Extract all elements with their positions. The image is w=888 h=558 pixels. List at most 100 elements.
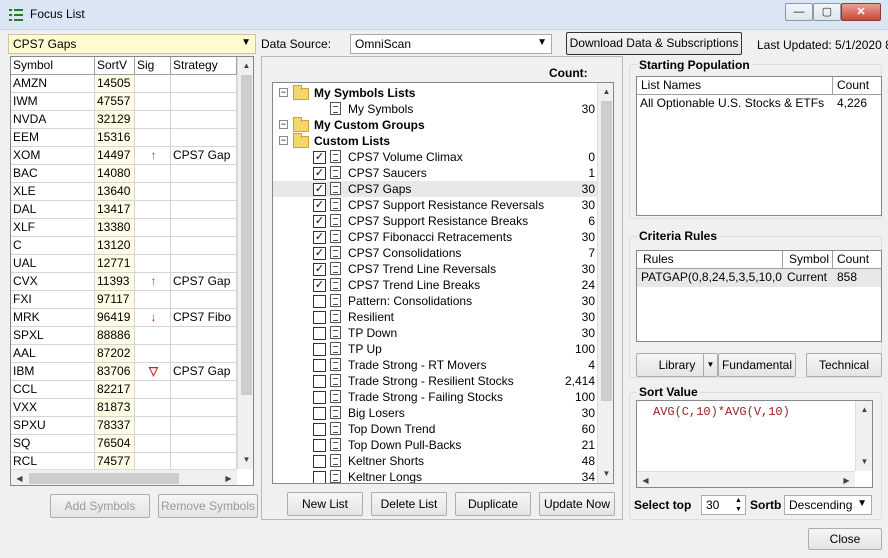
list-checkbox[interactable]: ✓	[313, 167, 326, 180]
sortv-cell[interactable]: 14497	[95, 147, 135, 165]
minimize-button[interactable]: —	[785, 3, 813, 21]
tree-list-row[interactable]: ✓ CPS7 Support Resistance Reversals 30	[273, 197, 603, 213]
column-header-sortv[interactable]: SortV	[95, 57, 135, 75]
scrollbar-thumb[interactable]	[29, 473, 179, 484]
scrollbar-thumb[interactable]	[241, 75, 252, 395]
list-checkbox[interactable]	[313, 311, 326, 324]
sortv-cell[interactable]: 82217	[95, 381, 135, 399]
tree-list-row[interactable]: Top Down Pull-Backs 21	[273, 437, 603, 453]
sortv-cell[interactable]: 11393	[95, 273, 135, 291]
grid-horizontal-scrollbar[interactable]: ◀ ▶	[11, 469, 237, 485]
sortv-cell[interactable]: 13380	[95, 219, 135, 237]
column-header-strategy[interactable]: Strategy	[171, 57, 237, 75]
tree-list-row[interactable]: Trade Strong - RT Movers 4	[273, 357, 603, 373]
sortv-cell[interactable]: 88886	[95, 327, 135, 345]
update-now-button[interactable]: Update Now	[539, 492, 615, 516]
strategy-cell[interactable]	[171, 93, 237, 111]
strategy-cell[interactable]	[171, 399, 237, 417]
starting-population-table[interactable]: List Names Count All Optionable U.S. Sto…	[636, 76, 882, 216]
data-source-select[interactable]: OmniScan ▼	[350, 34, 552, 54]
list-checkbox[interactable]: ✓	[313, 247, 326, 260]
signal-cell[interactable]: ▽	[135, 363, 171, 381]
population-name[interactable]: All Optionable U.S. Stocks & ETFs	[637, 95, 833, 113]
list-checkbox[interactable]	[313, 343, 326, 356]
strategy-cell[interactable]	[171, 417, 237, 435]
sort-formula-editor[interactable]: AVG(C,10)*AVG(V,10) ▲ ▼ ◀ ▶	[636, 400, 873, 488]
symbol-cell[interactable]: C	[11, 237, 95, 255]
sortv-cell[interactable]: 78337	[95, 417, 135, 435]
tree-list-row[interactable]: Keltner Longs 34	[273, 469, 603, 483]
maximize-button[interactable]: ▢	[813, 3, 841, 21]
scrollbar-thumb[interactable]	[601, 101, 612, 401]
symbol-cell[interactable]: EEM	[11, 129, 95, 147]
grid-vertical-scrollbar[interactable]: ▲ ▼	[237, 57, 253, 469]
list-checkbox[interactable]	[313, 359, 326, 372]
technical-button[interactable]: Technical	[806, 353, 882, 377]
list-checkbox[interactable]	[313, 295, 326, 308]
symbol-cell[interactable]: MRK	[11, 309, 95, 327]
remove-symbols-button[interactable]: Remove Symbols	[158, 494, 258, 518]
sortv-cell[interactable]: 14505	[95, 75, 135, 93]
signal-cell[interactable]	[135, 129, 171, 147]
list-checkbox[interactable]: ✓	[313, 279, 326, 292]
sortv-cell[interactable]: 14080	[95, 165, 135, 183]
sortv-cell[interactable]: 13640	[95, 183, 135, 201]
strategy-cell[interactable]	[171, 255, 237, 273]
signal-cell[interactable]	[135, 291, 171, 309]
strategy-cell[interactable]	[171, 345, 237, 363]
sortv-cell[interactable]: 32129	[95, 111, 135, 129]
focus-list-select[interactable]: CPS7 Gaps ▼	[8, 34, 256, 54]
tree-list-row[interactable]: ✓ CPS7 Saucers 1	[273, 165, 603, 181]
tree-list-row[interactable]: TP Up 100	[273, 341, 603, 357]
add-symbols-button[interactable]: Add Symbols	[50, 494, 150, 518]
symbol-cell[interactable]: IWM	[11, 93, 95, 111]
tree-list-row[interactable]: Trade Strong - Failing Stocks 100	[273, 389, 603, 405]
sortv-cell[interactable]: 12771	[95, 255, 135, 273]
criteria-rules-table[interactable]: Rules Symbol Count PATGAP(0,8,24,5,3,5,1…	[636, 250, 882, 342]
sortv-cell[interactable]: 96419	[95, 309, 135, 327]
signal-cell[interactable]	[135, 237, 171, 255]
fundamental-button[interactable]: Fundamental	[718, 353, 796, 377]
sortv-cell[interactable]: 76504	[95, 435, 135, 453]
tree-list-row[interactable]: ✓ CPS7 Gaps 30	[273, 181, 603, 197]
symbol-cell[interactable]: SPXU	[11, 417, 95, 435]
list-checkbox[interactable]	[313, 455, 326, 468]
signal-cell[interactable]	[135, 111, 171, 129]
download-data-button[interactable]: Download Data & Subscriptions	[566, 32, 742, 55]
symbol-cell[interactable]: SQ	[11, 435, 95, 453]
signal-cell[interactable]	[135, 219, 171, 237]
symbol-cell[interactable]: DAL	[11, 201, 95, 219]
column-header-symbol[interactable]: Symbol	[11, 57, 95, 75]
signal-cell[interactable]	[135, 75, 171, 93]
symbol-cell[interactable]: IBM	[11, 363, 95, 381]
scroll-up-icon[interactable]: ▲	[598, 83, 613, 100]
new-list-button[interactable]: New List	[287, 492, 363, 516]
strategy-cell[interactable]	[171, 129, 237, 147]
signal-cell[interactable]	[135, 183, 171, 201]
scroll-left-icon[interactable]: ◀	[637, 472, 654, 489]
lists-tree[interactable]: − My Symbols Lists My Symbols 30 − My Custom …	[272, 82, 614, 484]
signal-cell[interactable]	[135, 399, 171, 417]
tree-list-row[interactable]: My Symbols 30	[273, 101, 603, 117]
symbols-grid[interactable]: Symbol SortV Sig Strategy AMZN 14505 IWM 47557 N…	[10, 56, 254, 486]
strategy-cell[interactable]	[171, 219, 237, 237]
list-checkbox[interactable]	[313, 407, 326, 420]
list-checkbox[interactable]	[313, 471, 326, 483]
scroll-right-icon[interactable]: ▶	[838, 472, 855, 489]
column-header-sig[interactable]: Sig	[135, 57, 171, 75]
sortv-cell[interactable]: 83706	[95, 363, 135, 381]
signal-cell[interactable]: ↓	[135, 309, 171, 327]
scroll-right-icon[interactable]: ▶	[220, 470, 237, 485]
signal-cell[interactable]	[135, 345, 171, 363]
scroll-down-icon[interactable]: ▼	[238, 451, 253, 468]
strategy-cell[interactable]: CPS7 Gap	[171, 273, 237, 291]
strategy-cell[interactable]: CPS7 Fibo	[171, 309, 237, 327]
list-checkbox[interactable]	[313, 327, 326, 340]
column-header-count[interactable]: Count	[833, 77, 881, 95]
symbol-cell[interactable]: CCL	[11, 381, 95, 399]
collapse-icon[interactable]: −	[279, 88, 288, 97]
strategy-cell[interactable]	[171, 165, 237, 183]
scroll-down-icon[interactable]: ▼	[856, 453, 873, 470]
list-checkbox[interactable]: ✓	[313, 183, 326, 196]
list-checkbox[interactable]: ✓	[313, 151, 326, 164]
